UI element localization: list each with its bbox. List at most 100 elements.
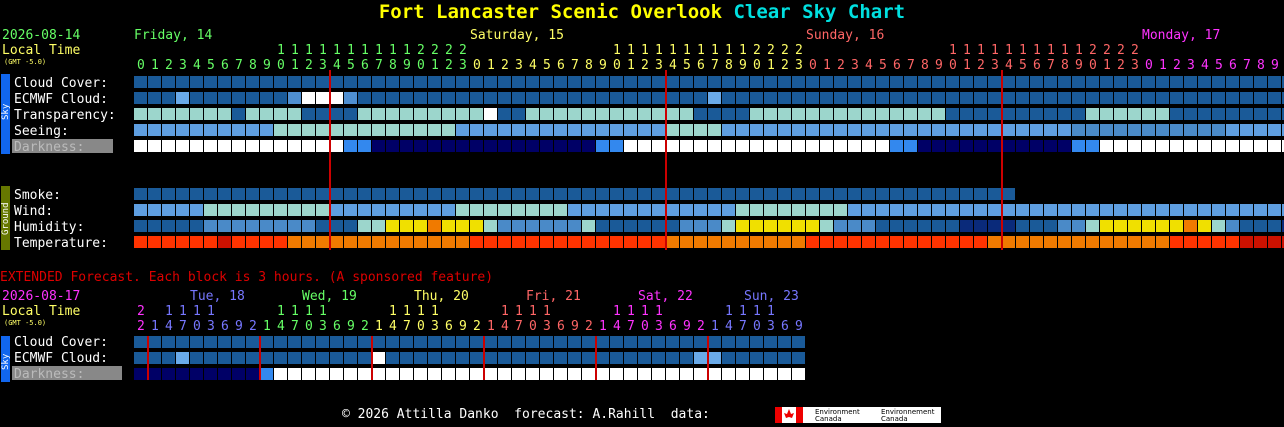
cell-seeing: [610, 124, 623, 136]
ext-cell-dark: [358, 368, 371, 380]
ext-cell-dark: [582, 368, 595, 380]
cell-transp: [470, 108, 483, 120]
hour-tens-digit: 1: [697, 43, 705, 58]
cell-cloud: [204, 76, 217, 88]
cell-transp: [498, 108, 511, 120]
cell-transp: [1212, 108, 1225, 120]
cell-wind: [820, 204, 833, 216]
ext-day-header-2: Thu, 20: [414, 289, 469, 304]
environment-canada-fr: Environnement Canada: [881, 408, 935, 423]
cell-temp: [624, 236, 637, 248]
cell-transp: [190, 108, 203, 120]
ext-hour-ones-digit: 6: [557, 319, 565, 334]
cell-temp: [792, 236, 805, 248]
cell-temp: [1198, 236, 1211, 248]
cell-temp: [372, 236, 385, 248]
hour-ones-digit: 8: [389, 58, 397, 73]
hour-ones-digit: 4: [193, 58, 201, 73]
cell-wind: [274, 204, 287, 216]
hour-ones-digit: 1: [1159, 58, 1167, 73]
ext-hour-ones-digit: 7: [179, 319, 187, 334]
ext-hour-ones-digit: 2: [361, 319, 369, 334]
hour-tens-digit: 1: [333, 43, 341, 58]
hour-ones-digit: 0: [1145, 58, 1153, 73]
hour-tens-digit: 1: [375, 43, 383, 58]
cell-smoke: [610, 188, 623, 200]
ext-hour-ones-digit: 6: [333, 319, 341, 334]
cell-temp: [680, 236, 693, 248]
cell-ecmwf: [428, 92, 441, 104]
cell-dark: [792, 140, 805, 152]
ext-cell-ecmwf: [232, 352, 245, 364]
cell-temp: [134, 236, 147, 248]
cell-ecmwf: [890, 92, 903, 104]
hour-tens-digit: 1: [683, 43, 691, 58]
cell-seeing: [652, 124, 665, 136]
cell-cloud: [918, 76, 931, 88]
ext-hour-tens-digit: 1: [305, 304, 313, 319]
ext-cell-ecmwf: [526, 352, 539, 364]
hour-ones-digit: 2: [165, 58, 173, 73]
cell-cloud: [1016, 76, 1029, 88]
cell-ecmwf: [792, 92, 805, 104]
cell-transp: [246, 108, 259, 120]
hour-ones-digit: 7: [235, 58, 243, 73]
ext-hour-ones-digit: 0: [417, 319, 425, 334]
cell-cloud: [1156, 76, 1169, 88]
hour-ones-digit: 0: [137, 58, 145, 73]
ext-day-header-4: Sat, 22: [638, 289, 693, 304]
cell-wind: [876, 204, 889, 216]
cell-dark: [1226, 140, 1239, 152]
cell-ecmwf: [694, 92, 707, 104]
cell-smoke: [330, 188, 343, 200]
cell-smoke: [876, 188, 889, 200]
cell-ecmwf: [1184, 92, 1197, 104]
cell-seeing: [1086, 124, 1099, 136]
cell-temp: [1184, 236, 1197, 248]
cell-transp: [162, 108, 175, 120]
cell-ecmwf: [778, 92, 791, 104]
cell-humid: [470, 220, 483, 232]
cell-ecmwf: [736, 92, 749, 104]
cell-humid: [1058, 220, 1071, 232]
cell-temp: [512, 236, 525, 248]
cell-ecmwf: [750, 92, 763, 104]
cell-transp: [302, 108, 315, 120]
ext-hour-ones-digit: 3: [431, 319, 439, 334]
cell-transp: [1002, 108, 1015, 120]
ext-hour-ones-digit: 0: [529, 319, 537, 334]
hour-ones-digit: 1: [823, 58, 831, 73]
ext-cell-cloud: [540, 336, 553, 348]
ext-cell-ecmwf: [456, 352, 469, 364]
ext-hour-tens-digit: 1: [655, 304, 663, 319]
ext-cell-dark: [680, 368, 693, 380]
cell-cloud: [666, 76, 679, 88]
cell-wind: [386, 204, 399, 216]
cell-humid: [1114, 220, 1127, 232]
cell-humid: [456, 220, 469, 232]
cell-cloud: [512, 76, 525, 88]
cell-seeing: [330, 124, 343, 136]
cell-ecmwf: [148, 92, 161, 104]
cell-seeing: [568, 124, 581, 136]
cell-wind: [736, 204, 749, 216]
cell-dark: [344, 140, 357, 152]
cell-ecmwf: [638, 92, 651, 104]
cell-temp: [652, 236, 665, 248]
ext-cell-dark: [372, 368, 385, 380]
cell-wind: [624, 204, 637, 216]
cell-transp: [792, 108, 805, 120]
hour-tens-digit: 1: [305, 43, 313, 58]
cell-transp: [988, 108, 1001, 120]
cell-seeing: [918, 124, 931, 136]
cell-cloud: [176, 76, 189, 88]
cell-humid: [834, 220, 847, 232]
cell-dark: [1254, 140, 1267, 152]
ext-cell-ecmwf: [442, 352, 455, 364]
cell-wind: [1002, 204, 1015, 216]
cell-transp: [512, 108, 525, 120]
cell-humid: [176, 220, 189, 232]
cell-ecmwf: [232, 92, 245, 104]
hour-ones-digit: 5: [879, 58, 887, 73]
cell-ecmwf: [708, 92, 721, 104]
